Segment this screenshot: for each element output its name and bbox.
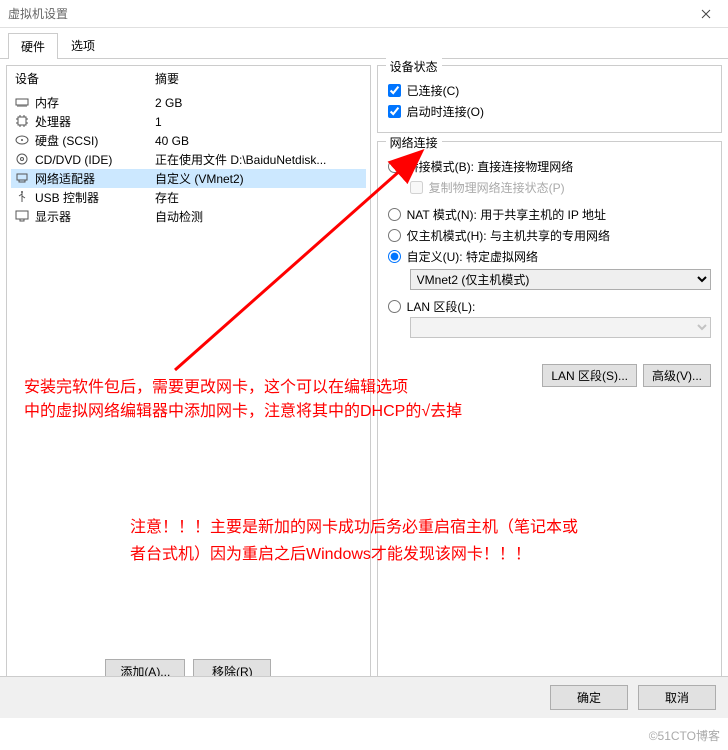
- titlebar: 虚拟机设置: [0, 0, 728, 28]
- window-title: 虚拟机设置: [8, 5, 68, 22]
- tabs: 硬件 选项: [0, 28, 728, 59]
- connect-power-checkbox[interactable]: 启动时连接(O): [388, 101, 711, 122]
- advanced-button[interactable]: 高级(V)...: [643, 364, 711, 387]
- header-summary: 摘要: [155, 70, 179, 87]
- lan-segments-button[interactable]: LAN 区段(S)...: [542, 364, 637, 387]
- radio-nat[interactable]: NAT 模式(N): 用于共享主机的 IP 地址: [388, 204, 711, 225]
- status-legend: 设备状态: [386, 58, 442, 75]
- radio-lan[interactable]: LAN 区段(L):: [388, 296, 711, 317]
- list-item[interactable]: 处理器 1: [11, 112, 366, 131]
- radio-hostonly[interactable]: 仅主机模式(H): 与主机共享的专用网络: [388, 225, 711, 246]
- lan-segment-select[interactable]: [410, 317, 711, 338]
- connected-checkbox[interactable]: 已连接(C): [388, 80, 711, 101]
- radio-custom[interactable]: 自定义(U): 特定虚拟网络: [388, 246, 711, 267]
- annotation-text-2: 注意！！！主要是新加的网卡成功后务必重启宿主机（笔记本或 者台式机）因为重启之后…: [130, 514, 690, 568]
- usb-icon: [15, 191, 31, 205]
- checkbox-replicate: 复制物理网络连接状态(P): [410, 177, 711, 198]
- memory-icon: [15, 96, 31, 110]
- radio-bridged[interactable]: 桥接模式(B): 直接连接物理网络: [388, 156, 711, 177]
- network-legend: 网络连接: [386, 134, 442, 151]
- list-item[interactable]: CD/DVD (IDE) 正在使用文件 D:\BaiduNetdisk...: [11, 150, 366, 169]
- header-device: 设备: [15, 70, 155, 87]
- tab-hardware[interactable]: 硬件: [8, 33, 58, 59]
- list-item[interactable]: USB 控制器 存在: [11, 188, 366, 207]
- dialog-footer: 确定 取消: [0, 676, 728, 718]
- custom-vmnet-select[interactable]: VMnet2 (仅主机模式): [410, 269, 711, 290]
- cancel-button[interactable]: 取消: [638, 685, 716, 710]
- device-status-group: 设备状态 已连接(C) 启动时连接(O): [377, 65, 722, 133]
- ok-button[interactable]: 确定: [550, 685, 628, 710]
- disk-icon: [15, 134, 31, 148]
- list-item-selected[interactable]: 网络适配器 自定义 (VMnet2): [11, 169, 366, 188]
- cpu-icon: [15, 115, 31, 129]
- cd-icon: [15, 153, 31, 167]
- list-item[interactable]: 显示器 自动检测: [11, 207, 366, 226]
- list-item[interactable]: 内存 2 GB: [11, 93, 366, 112]
- display-icon: [15, 210, 31, 224]
- network-icon: [15, 172, 31, 186]
- annotation-text-1: 安装完软件包后，需要更改网卡，这个可以在编辑选项 中的虚拟网络编辑器中添加网卡，…: [24, 376, 462, 424]
- close-button[interactable]: [684, 0, 728, 28]
- list-item[interactable]: 硬盘 (SCSI) 40 GB: [11, 131, 366, 150]
- tab-options[interactable]: 选项: [58, 32, 108, 58]
- watermark: ©51CTO博客: [649, 727, 720, 744]
